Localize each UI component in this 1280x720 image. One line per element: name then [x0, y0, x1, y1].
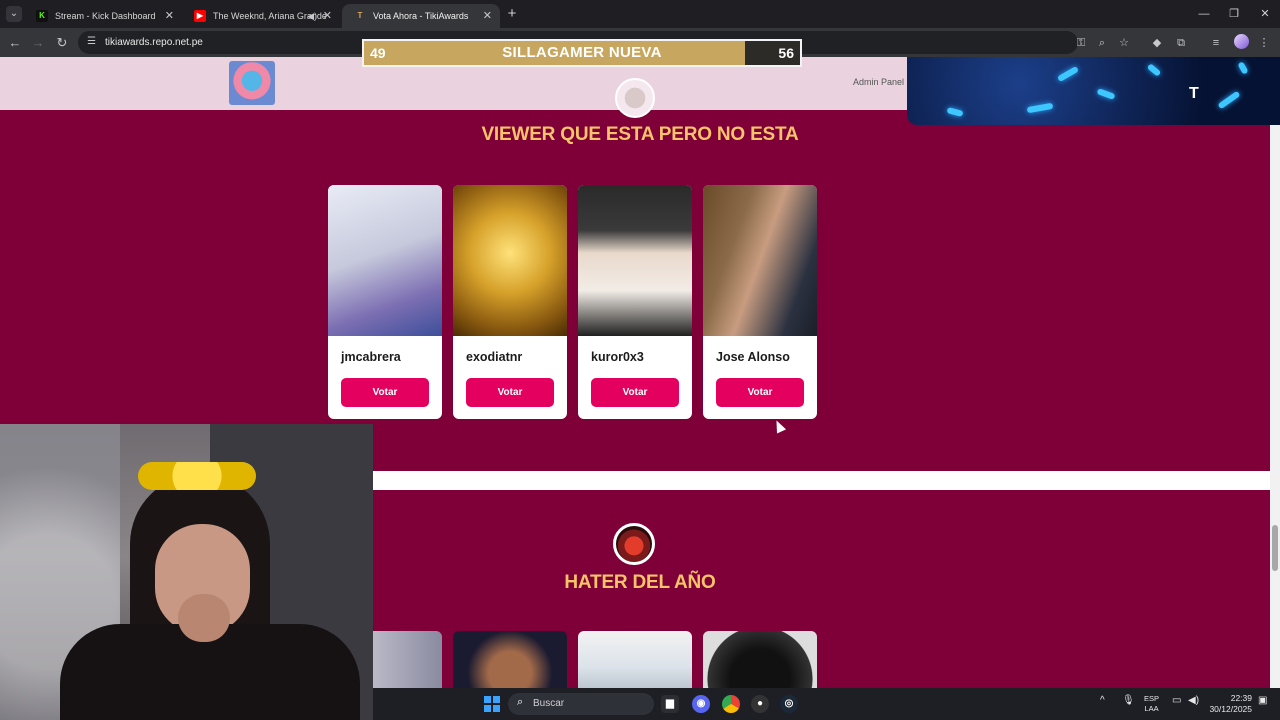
zoom-icon[interactable]: ⌕: [1093, 34, 1111, 52]
nominee-name: jmcabrera: [341, 350, 401, 364]
webcam-feed: [0, 424, 373, 720]
overlay-t-logo: T: [1189, 85, 1199, 102]
reload-button[interactable]: ↻: [52, 33, 72, 53]
nominee-card: [703, 631, 817, 691]
tab-title: Stream - Kick Dashboard: [55, 11, 156, 21]
forward-button[interactable]: →: [28, 33, 48, 53]
steam-icon[interactable]: ◎: [780, 695, 798, 713]
close-icon[interactable]: ✕: [323, 4, 332, 28]
vote-button[interactable]: Votar: [591, 378, 679, 407]
clock-time: 22:39: [1230, 693, 1252, 703]
overlay-blob: [1056, 65, 1080, 83]
scrollbar-thumb[interactable]: [1272, 525, 1278, 571]
kick-icon: K: [36, 10, 48, 22]
layout-code: LAA: [1144, 704, 1159, 713]
clock-date: 30/12/2025: [1209, 704, 1252, 714]
flower-crown: [138, 462, 256, 490]
tab-strip: ⌄ K Stream - Kick Dashboard ✕ ▶ The Week…: [0, 0, 1280, 28]
page-scrollbar[interactable]: [1270, 110, 1280, 690]
windows-start-icon[interactable]: [484, 696, 500, 712]
webcam-person: [178, 594, 230, 642]
nominee-card: jmcabrera Votar: [328, 185, 442, 419]
overlay-blob: [1096, 88, 1116, 100]
chrome-icon[interactable]: [722, 695, 740, 713]
url-text: tikiawards.repo.net.pe: [105, 37, 203, 48]
poll-left-count: 49: [370, 45, 386, 61]
nominee-card: kuror0x3 Votar: [578, 185, 692, 419]
poll-title: SILLAGAMER NUEVA: [502, 44, 662, 61]
volume-icon[interactable]: ◀): [1188, 695, 1199, 706]
category-avatar: [613, 523, 655, 565]
nominee-card: exodiatnr Votar: [453, 185, 567, 419]
speaker-icon[interactable]: ◀): [307, 4, 317, 28]
network-icon[interactable]: ▭: [1172, 695, 1181, 706]
extension-diamond-icon[interactable]: ◆: [1148, 34, 1166, 52]
vote-button[interactable]: Votar: [341, 378, 429, 407]
close-icon[interactable]: ✕: [483, 4, 492, 28]
search-placeholder: Buscar: [533, 698, 565, 709]
minimize-button[interactable]: —: [1189, 4, 1219, 24]
category-title: VIEWER QUE ESTA PERO NO ESTA: [481, 124, 799, 145]
site-info-icon[interactable]: ☰: [87, 36, 96, 47]
profile-avatar[interactable]: [1234, 34, 1249, 49]
overlay-blob: [1217, 90, 1241, 110]
new-tab-button[interactable]: +: [503, 5, 521, 23]
nominee-name: Jose Alonso: [716, 350, 790, 364]
nominee-photo: [703, 185, 817, 336]
file-explorer-icon[interactable]: ▆: [661, 695, 679, 713]
stream-overlay-graphic: T: [907, 57, 1280, 125]
overlay-blob: [1237, 61, 1249, 75]
clock[interactable]: 22:39 30/12/2025: [1206, 693, 1252, 715]
close-window-button[interactable]: ✕: [1250, 4, 1280, 24]
extensions-puzzle-icon[interactable]: ⧉: [1172, 34, 1190, 52]
poll-right-count: 56: [778, 45, 794, 61]
close-icon[interactable]: ✕: [165, 4, 174, 28]
tab-tikiawards[interactable]: T Vota Ahora - TikiAwards ✕: [342, 4, 500, 28]
mouse-cursor: [771, 418, 787, 434]
youtube-icon: ▶: [194, 10, 206, 22]
tab-kick-dashboard[interactable]: K Stream - Kick Dashboard ✕: [24, 4, 182, 28]
nominee-name: exodiatnr: [466, 350, 523, 364]
restore-button[interactable]: ❐: [1219, 4, 1249, 24]
bookmark-star-icon[interactable]: ☆: [1115, 34, 1133, 52]
media-controls-icon[interactable]: ≡: [1207, 34, 1225, 52]
nominee-name: kuror0x3: [591, 350, 644, 364]
site-logo[interactable]: [229, 61, 275, 105]
overlay-blob: [1146, 63, 1162, 77]
category-avatar: [615, 78, 655, 118]
tikiawards-favicon: T: [357, 11, 363, 20]
microphone-icon[interactable]: 🎙: [1122, 695, 1135, 706]
poll-bar: SILLAGAMER NUEVA 49 56: [362, 39, 802, 67]
search-icon: ⌕: [517, 696, 524, 708]
notifications-icon[interactable]: ▣: [1258, 695, 1267, 706]
admin-panel-link[interactable]: Admin Panel: [853, 77, 904, 87]
password-key-icon[interactable]: ⚿: [1072, 34, 1090, 52]
nominee-card: [453, 631, 567, 691]
tab-youtube[interactable]: ▶ The Weeknd, Ariana Grande ◀) ✕: [182, 4, 340, 28]
nominee-card: Jose Alonso Votar: [703, 185, 817, 419]
nominee-photo: [453, 185, 567, 336]
back-button[interactable]: ←: [5, 33, 25, 53]
discord-icon[interactable]: ◉: [692, 695, 710, 713]
tab-search-icon[interactable]: ⌄: [6, 6, 22, 22]
nominee-photo: [328, 185, 442, 336]
overlay-blob: [1026, 102, 1054, 114]
obs-icon[interactable]: ●: [751, 695, 769, 713]
language-code: ESP: [1144, 694, 1160, 703]
taskbar-search[interactable]: ⌕ Buscar: [508, 693, 654, 715]
nominee-card: [578, 631, 692, 691]
overlay-blob: [946, 107, 964, 117]
section-divider: [373, 471, 1270, 490]
tray-overflow-icon[interactable]: ^: [1100, 695, 1105, 706]
input-language[interactable]: ESP LAA: [1144, 694, 1159, 714]
vote-button[interactable]: Votar: [716, 378, 804, 407]
vote-button[interactable]: Votar: [466, 378, 554, 407]
menu-icon[interactable]: ⋮: [1255, 34, 1273, 52]
tab-title: Vota Ahora - TikiAwards: [373, 11, 469, 21]
nominee-photo: [578, 185, 692, 336]
